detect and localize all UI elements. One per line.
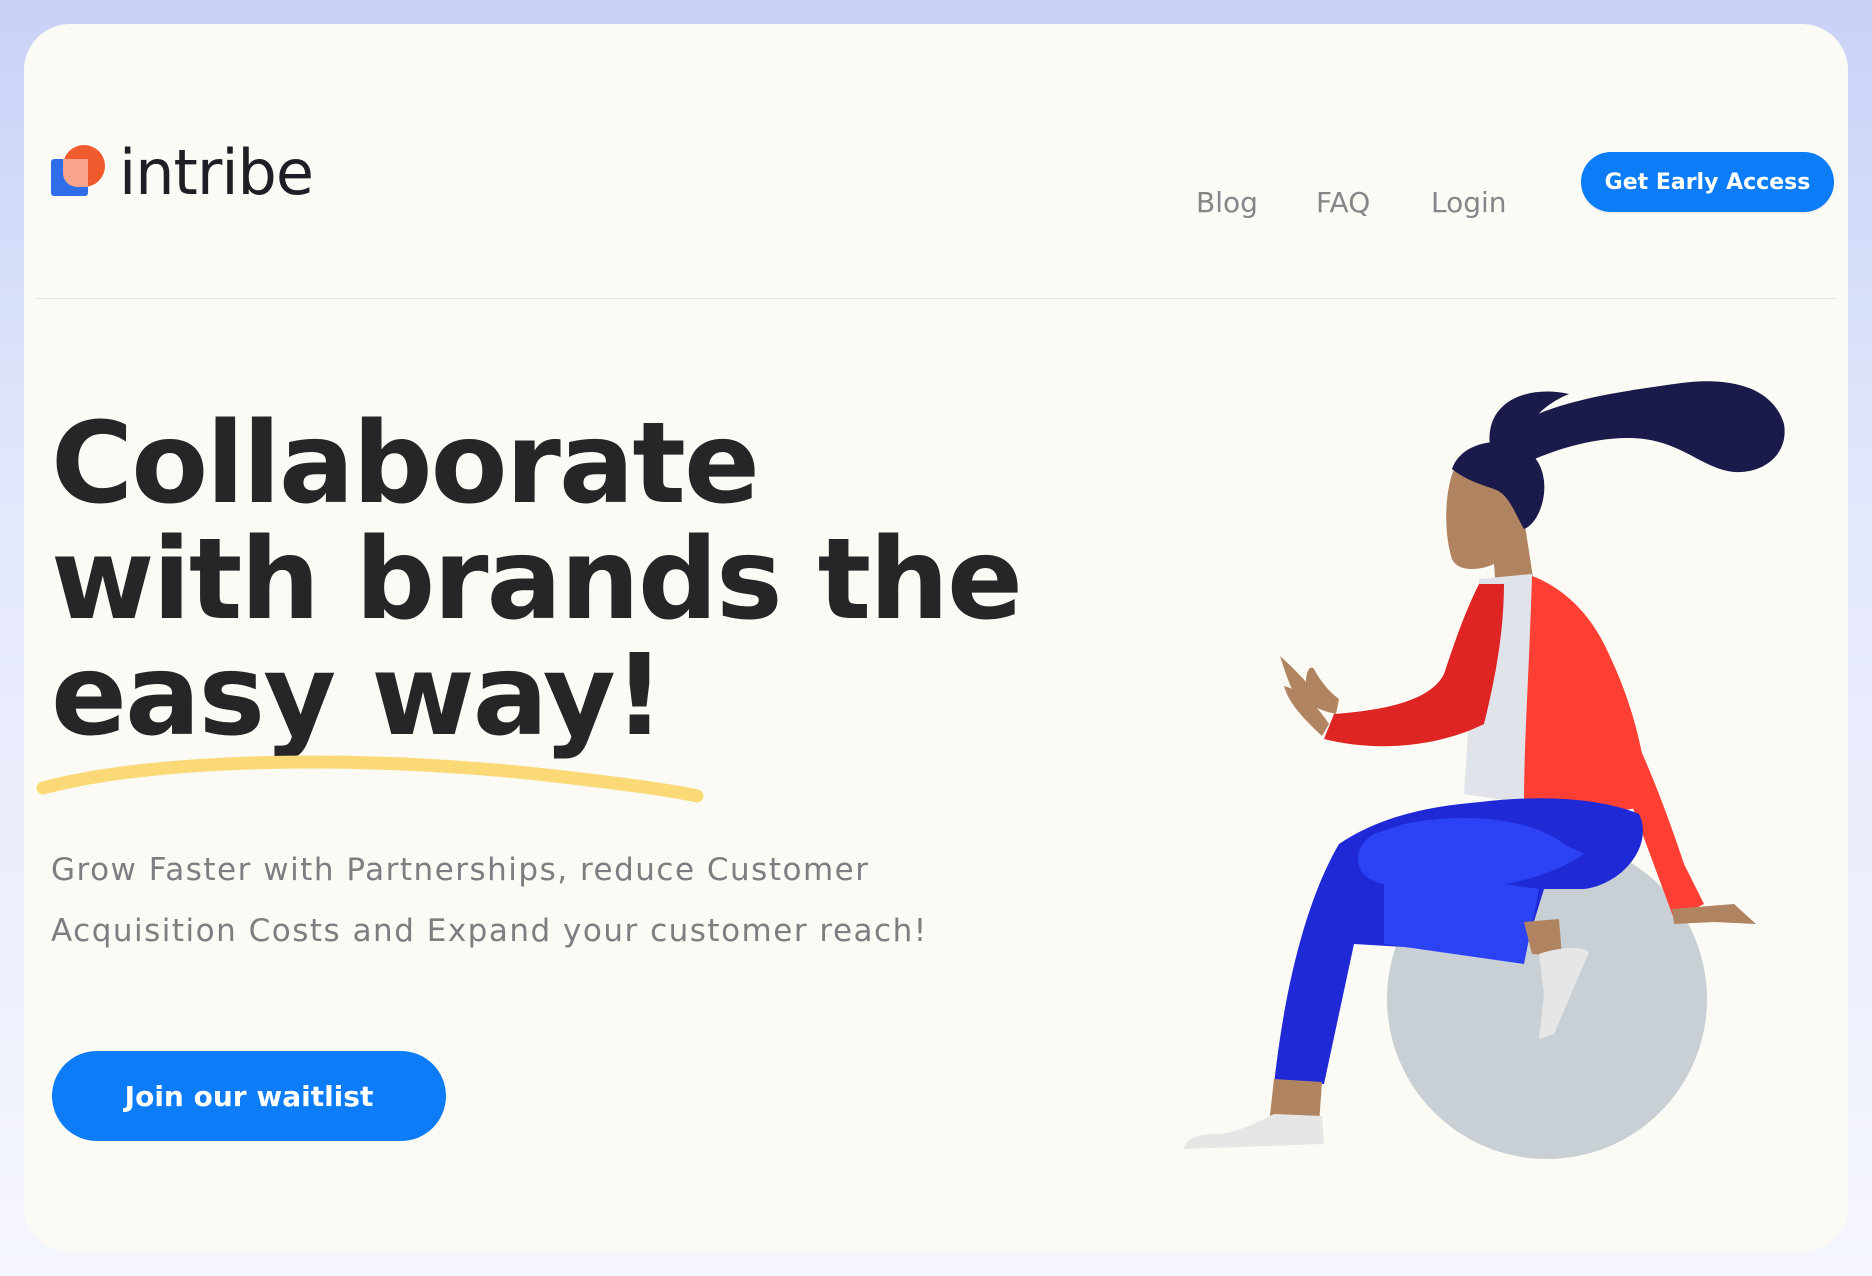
- intribe-logo-icon: [51, 145, 107, 201]
- headline-line-1: Collaborate: [51, 399, 760, 529]
- headline-underline-stroke: [36, 755, 704, 803]
- headline-line-2: with brands the: [51, 515, 1023, 645]
- brand-name: intribe: [119, 136, 314, 209]
- nav-link-blog[interactable]: Blog: [1196, 186, 1258, 219]
- nav-link-login[interactable]: Login: [1431, 186, 1507, 219]
- get-early-access-button[interactable]: Get Early Access: [1581, 152, 1834, 212]
- hero-headline: Collaborate with brands the easy way!: [51, 399, 1023, 754]
- page-frame: intribe Blog FAQ Login Get Early Access …: [24, 24, 1848, 1252]
- join-waitlist-button[interactable]: Join our waitlist: [52, 1051, 446, 1141]
- hero-subtext: Grow Faster with Partnerships, reduce Cu…: [51, 852, 928, 949]
- nav-link-faq[interactable]: FAQ: [1316, 186, 1370, 219]
- header-divider: [35, 298, 1837, 299]
- brand-logo[interactable]: intribe: [51, 136, 314, 209]
- woman-sitting-on-ball-illustration: [1184, 381, 1785, 1159]
